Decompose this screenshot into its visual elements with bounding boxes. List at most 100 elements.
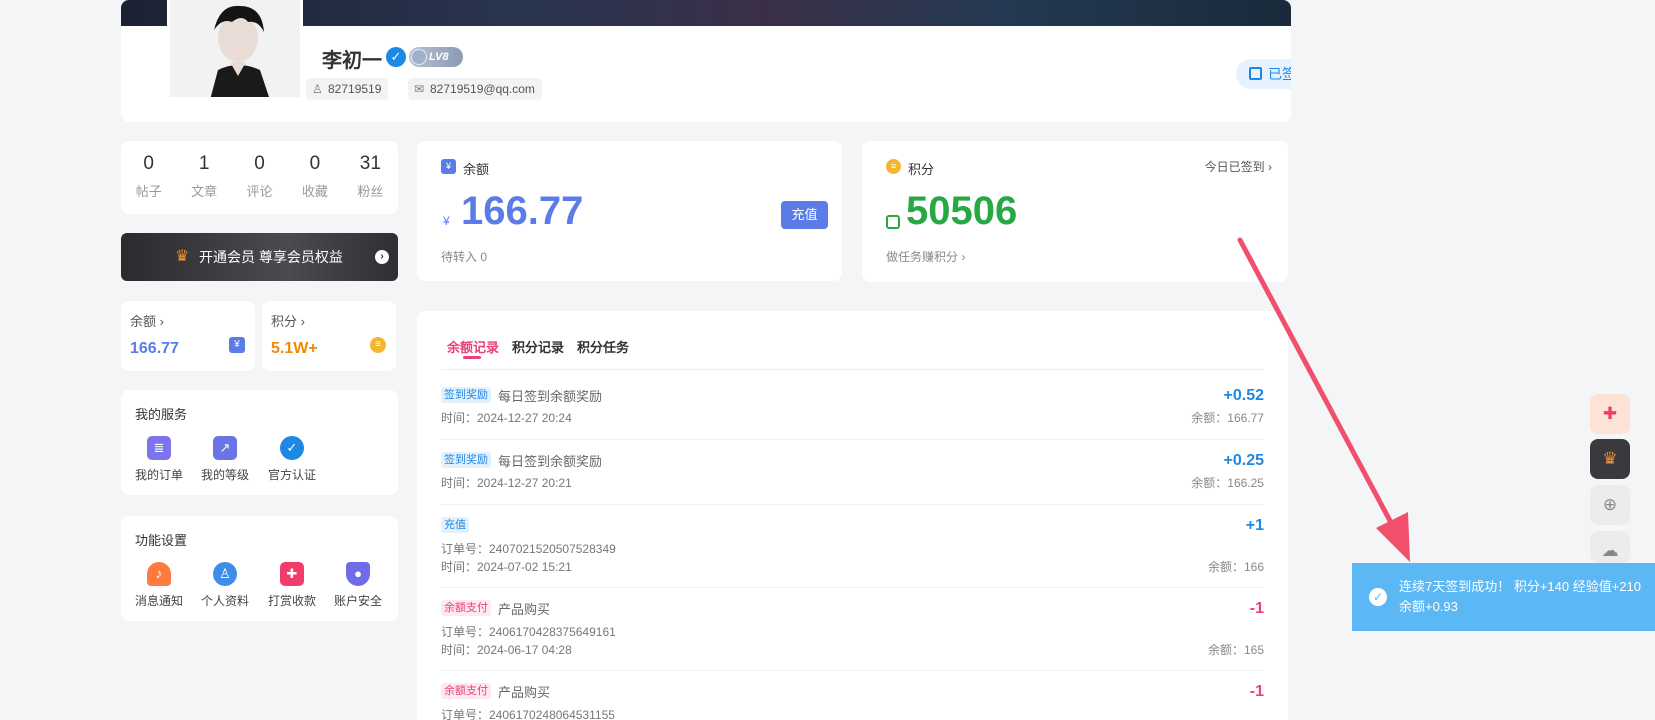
- record-time: 时间：2024-12-27 20:24: [441, 411, 572, 425]
- records-card: 余额记录 积分记录 积分任务 签到奖励 每日签到余额奖励 时间：2024-12-…: [417, 311, 1288, 720]
- checkin-button[interactable]: 已签到: [1236, 59, 1291, 89]
- mini-balance-card[interactable]: 余额 › 166.77 ¥: [121, 301, 255, 371]
- settings-title: 功能设置: [135, 533, 188, 548]
- record-order-no: 订单号：2406170248064531155: [441, 708, 615, 720]
- setting-security[interactable]: ● 账户安全: [325, 562, 391, 609]
- level-icon: ↗: [213, 436, 237, 460]
- coins-icon: ≡: [370, 337, 386, 353]
- recharge-button[interactable]: 充值: [781, 201, 828, 229]
- record-time: 时间：2024-07-02 15:21: [441, 560, 572, 574]
- level-gem-icon: [411, 49, 427, 65]
- stat-label: 评论: [246, 184, 273, 199]
- verified-icon: ✓: [280, 436, 304, 460]
- stat-number: 31: [359, 153, 381, 174]
- balance-title: 余额: [463, 162, 490, 177]
- user-icon: ♙: [312, 82, 323, 96]
- services-card: 我的服务 ≣ 我的订单 ↗ 我的等级 ✓ 官方认证: [121, 390, 398, 495]
- record-tag: 余额支付: [441, 600, 491, 616]
- shield-icon: ●: [346, 562, 370, 586]
- record-desc: 每日签到余额奖励: [498, 389, 603, 404]
- verified-badge-icon: ✓: [386, 47, 406, 67]
- points-value: 50506: [906, 189, 1018, 233]
- record-time: 时间：2024-12-27 20:21: [441, 476, 572, 490]
- record-amount: -1: [1249, 600, 1264, 617]
- tab-balance-records[interactable]: 余额记录: [447, 337, 499, 356]
- level-badge: LV8: [409, 47, 463, 67]
- setting-label: 个人资料: [200, 594, 249, 608]
- points-card: ≡ 积分 今日已签到 › 50506 做任务赚积分 ›: [862, 141, 1288, 282]
- service-my-level[interactable]: ↗ 我的等级: [192, 436, 258, 483]
- tab-points-records[interactable]: 积分记录: [512, 337, 564, 356]
- record-order-no: 订单号：2407021520507528349: [441, 542, 616, 556]
- user-id: 82719519: [328, 82, 382, 96]
- username: 李初一: [322, 50, 382, 72]
- earn-points-link[interactable]: 做任务赚积分 ›: [886, 248, 965, 265]
- annotation-arrow: [1237, 237, 1410, 562]
- record-time: 时间：2024-06-17 04:28: [441, 643, 572, 657]
- stat-number: 0: [143, 153, 154, 174]
- service-label: 我的等级: [200, 468, 249, 482]
- service-label: 我的订单: [134, 468, 183, 482]
- toast-message: 连续7天签到成功！ 积分+140 经验值+210 余额+0.93: [1399, 579, 1642, 614]
- signed-today-link[interactable]: 今日已签到 ›: [1205, 158, 1272, 175]
- stat-label: 帖子: [135, 184, 162, 199]
- stat-number: 1: [198, 153, 210, 174]
- setting-label: 账户安全: [333, 594, 382, 608]
- check-circle-icon: ✓: [1369, 588, 1387, 606]
- record-tag: 签到奖励: [441, 452, 491, 468]
- stat-number: 0: [309, 153, 321, 174]
- record-row: 余额支付 产品购买 订单号：2406170248064531155 -1: [441, 683, 1264, 720]
- coins-icon: ≡: [886, 159, 901, 174]
- float-add-button[interactable]: ⊕: [1590, 485, 1630, 525]
- avatar[interactable]: [167, 0, 303, 100]
- tab-active-indicator: [463, 356, 481, 359]
- record-tag: 余额支付: [441, 683, 491, 699]
- setting-profile[interactable]: ♙ 个人资料: [192, 562, 258, 609]
- crown-icon: ♛: [1602, 449, 1618, 468]
- record-balance-after: 余额：165: [1207, 643, 1264, 657]
- stat-posts[interactable]: 0 帖子: [121, 141, 176, 214]
- stat-label: 收藏: [301, 184, 328, 199]
- record-desc: 每日签到余额奖励: [498, 454, 603, 469]
- stat-favorites[interactable]: 0 收藏: [287, 141, 342, 214]
- gift-icon: ✚: [280, 562, 304, 586]
- stat-followers[interactable]: 31 粉丝: [343, 141, 398, 214]
- wallet-icon: ¥: [229, 337, 245, 353]
- stat-articles[interactable]: 1 文章: [176, 141, 231, 214]
- setting-label: 消息通知: [134, 594, 183, 608]
- stats-card: 0 帖子 1 文章 0 评论 0 收藏 31 粉丝: [121, 141, 398, 214]
- calendar-check-icon: [1249, 67, 1262, 80]
- vip-banner[interactable]: ♛ 开通会员 尊享会员权益 ›: [121, 233, 398, 281]
- bell-icon: ♪: [147, 562, 171, 586]
- tab-points-tasks[interactable]: 积分任务: [577, 337, 629, 356]
- record-desc: 产品购买: [498, 602, 551, 617]
- service-my-orders[interactable]: ≣ 我的订单: [126, 436, 192, 483]
- stat-comments[interactable]: 0 评论: [232, 141, 287, 214]
- float-wechat-button[interactable]: ☁: [1590, 531, 1630, 563]
- float-vip-button[interactable]: ♛: [1590, 439, 1630, 479]
- record-desc: 产品购买: [498, 685, 551, 700]
- profile-card: 李初一 ✓ LV8 ♙ 82719519 ✉ 82719519@qq.com 已…: [121, 0, 1291, 122]
- profile-icon: ♙: [213, 562, 237, 586]
- record-row: 余额支付 产品购买 订单号：2406170428375649161 时间：202…: [441, 600, 1264, 671]
- user-id-chip: ♙ 82719519: [306, 78, 389, 100]
- currency-symbol: ¥: [443, 214, 450, 228]
- plus-circle-icon: ⊕: [1602, 495, 1618, 514]
- stat-label: 文章: [191, 184, 218, 199]
- points-icon: [886, 215, 900, 229]
- setting-label: 打赏收款: [267, 594, 316, 608]
- stat-label: 粉丝: [357, 184, 384, 199]
- service-official-verify[interactable]: ✓ 官方认证: [259, 436, 325, 483]
- record-order-no: 订单号：2406170428375649161: [441, 625, 616, 639]
- record-row: 签到奖励 每日签到余额奖励 时间：2024-12-27 20:24 +0.52 …: [441, 387, 1264, 440]
- arrow-right-icon: ›: [375, 250, 389, 264]
- record-amount: -1: [1249, 683, 1264, 700]
- mini-points-card[interactable]: 积分 › 5.1W+ ≡: [262, 301, 396, 371]
- record-tag: 签到奖励: [441, 387, 491, 403]
- points-header: ≡ 积分: [886, 159, 934, 178]
- setting-notifications[interactable]: ♪ 消息通知: [126, 562, 192, 609]
- setting-rewards[interactable]: ✚ 打赏收款: [259, 562, 325, 609]
- float-gift-button[interactable]: ✚: [1590, 394, 1630, 434]
- balance-value: 166.77: [461, 189, 584, 233]
- service-label: 官方认证: [267, 468, 316, 482]
